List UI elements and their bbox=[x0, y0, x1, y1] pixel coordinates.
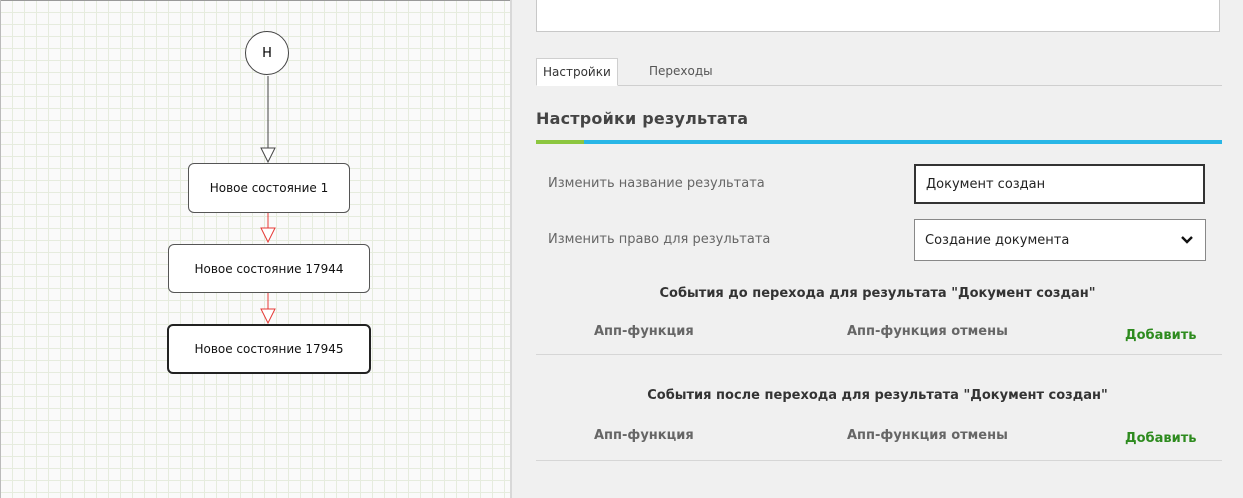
events-after-divider bbox=[536, 460, 1222, 461]
start-node[interactable]: Н bbox=[245, 31, 289, 75]
events-after-col-cancel-function: Апп-функция отмены bbox=[847, 428, 1008, 443]
tab-transitions[interactable]: Переходы bbox=[643, 58, 719, 84]
state-node-label: Новое состояние 17944 bbox=[194, 261, 344, 276]
events-before-col-cancel-function: Апп-функция отмены bbox=[847, 324, 1008, 339]
events-before-divider bbox=[536, 354, 1222, 355]
events-before-add-button[interactable]: Добавить bbox=[1125, 328, 1196, 343]
settings-panel: Настройки Переходы Настройки результата … bbox=[512, 0, 1243, 498]
tab-transitions-label: Переходы bbox=[649, 64, 713, 78]
state-node-1[interactable]: Новое состояние 1 bbox=[188, 163, 350, 213]
tab-settings-label: Настройки bbox=[543, 65, 611, 79]
state-node-label: Новое состояние 17945 bbox=[194, 342, 344, 356]
section-title-underline-accent bbox=[536, 140, 584, 144]
state-node-label: Новое состояние 1 bbox=[209, 181, 329, 195]
events-before-title: События до перехода для результата "Доку… bbox=[659, 286, 1096, 301]
edge-17945-arrowhead bbox=[260, 308, 276, 325]
state-node-17945[interactable]: Новое состояние 17945 bbox=[167, 324, 371, 374]
state-node-17944[interactable]: Новое состояние 17944 bbox=[168, 244, 370, 293]
result-name-input[interactable]: Документ создан bbox=[914, 164, 1205, 204]
edge-17944-arrowhead bbox=[260, 227, 276, 244]
tab-settings[interactable]: Настройки bbox=[536, 58, 618, 86]
tab-bar: Настройки Переходы bbox=[536, 58, 1222, 86]
result-field-top[interactable] bbox=[536, 0, 1220, 32]
result-right-select[interactable]: Создание документа bbox=[914, 219, 1206, 261]
rename-result-label: Изменить название результата bbox=[548, 176, 765, 191]
result-right-value: Создание документа bbox=[925, 232, 1070, 248]
result-name-value: Документ создан bbox=[926, 176, 1046, 192]
app-frame: Н Новое состояние 1 Новое состояние 1794… bbox=[0, 0, 1243, 498]
events-after-add-button[interactable]: Добавить bbox=[1125, 431, 1196, 446]
section-title-underline bbox=[536, 140, 1222, 144]
edge-start-arrowhead bbox=[260, 147, 276, 164]
events-before-col-function: Апп-функция bbox=[594, 324, 694, 339]
events-after-col-function: Апп-функция bbox=[594, 428, 694, 443]
section-title: Настройки результата bbox=[536, 109, 749, 128]
start-node-label: Н bbox=[262, 45, 272, 61]
result-right-label: Изменить право для результата bbox=[548, 232, 771, 247]
events-after-title: События после перехода для результата "Д… bbox=[647, 388, 1108, 403]
chevron-down-icon bbox=[1181, 236, 1193, 244]
